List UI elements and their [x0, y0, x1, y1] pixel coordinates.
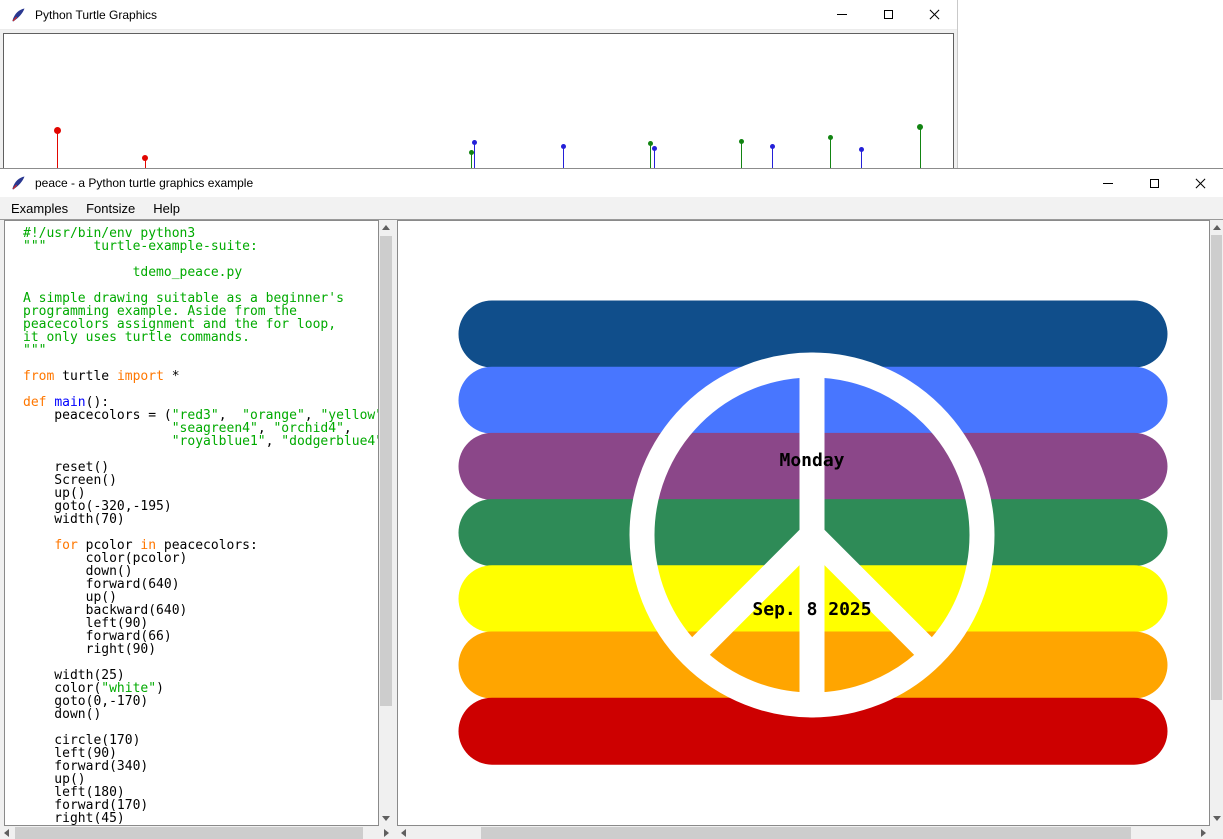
code-horizontal-scrollbar[interactable] — [0, 826, 393, 839]
canvas-horizontal-scrollbar[interactable] — [397, 826, 1210, 839]
tree-dot — [469, 150, 474, 155]
minimize-icon — [837, 14, 847, 15]
window-title: Python Turtle Graphics — [35, 8, 157, 22]
tree-stem — [830, 139, 831, 169]
tree-dot — [739, 139, 744, 144]
tree-dot — [648, 141, 653, 146]
code-vertical-scrollbar[interactable] — [379, 220, 393, 826]
scrollbar-thumb[interactable] — [481, 827, 1131, 839]
code-lines: #!/usr/bin/env python3""" turtle-example… — [23, 227, 378, 826]
peace-window: peace - a Python turtle graphics example… — [0, 169, 1223, 839]
tree-stem — [650, 145, 651, 169]
tree-dot — [770, 144, 775, 149]
code-line: from turtle import * — [23, 370, 378, 383]
tree-dot — [561, 144, 566, 149]
tree-stem — [57, 132, 58, 169]
scroll-down-icon[interactable] — [382, 816, 390, 821]
scroll-right-icon[interactable] — [1201, 829, 1206, 837]
titlebar[interactable]: peace - a Python turtle graphics example — [0, 169, 1223, 197]
desktop: Python Turtle Graphics peace - a Python … — [0, 0, 1223, 839]
menubar: Examples Fontsize Help — [0, 197, 1223, 219]
tree-stem — [772, 148, 773, 169]
tree-dot — [828, 135, 833, 140]
tree-stem — [145, 160, 146, 169]
maximize-icon — [884, 10, 893, 19]
tree-stem — [471, 154, 472, 169]
maximize-icon — [1150, 179, 1159, 188]
close-icon — [1195, 178, 1206, 189]
scroll-left-icon[interactable] — [401, 829, 406, 837]
window-content: #!/usr/bin/env python3""" turtle-example… — [0, 219, 1223, 839]
code-line: "royalblue1", "dodgerblue4") — [23, 435, 378, 448]
code-line: tdemo_peace.py — [23, 266, 378, 279]
code-line: it only uses turtle commands. — [23, 331, 378, 344]
turtle-graphics-window: Python Turtle Graphics — [0, 0, 958, 169]
drawing-canvas: Monday Sep. 8 2025 — [397, 220, 1210, 826]
minimize-button[interactable] — [1085, 169, 1131, 197]
code-line: down() — [23, 708, 378, 721]
code-line: """ turtle-example-suite: — [23, 240, 378, 253]
tree-dot — [652, 146, 657, 151]
titlebar[interactable]: Python Turtle Graphics — [0, 0, 957, 30]
scroll-up-icon[interactable] — [1213, 225, 1221, 230]
close-icon — [929, 9, 940, 20]
maximize-button[interactable] — [1131, 169, 1177, 197]
scroll-left-icon[interactable] — [4, 829, 9, 837]
code-line: width(70) — [23, 513, 378, 526]
tree-stem — [741, 143, 742, 169]
minimize-icon — [1103, 183, 1113, 184]
menu-examples[interactable]: Examples — [2, 197, 77, 219]
scroll-right-icon[interactable] — [384, 829, 389, 837]
window-controls — [1085, 169, 1223, 197]
tree-stem — [474, 144, 475, 169]
tree-stem — [654, 150, 655, 169]
tree-dot — [142, 155, 148, 161]
maximize-button[interactable] — [865, 0, 911, 29]
tree-stem — [861, 151, 862, 169]
tree-stem — [563, 148, 564, 169]
menu-help[interactable]: Help — [144, 197, 189, 219]
canvas-vertical-scrollbar[interactable] — [1210, 220, 1223, 826]
scrollbar-thumb[interactable] — [15, 827, 363, 839]
peace-drawing: Monday Sep. 8 2025 — [398, 221, 1209, 825]
menu-fontsize[interactable]: Fontsize — [77, 197, 144, 219]
close-button[interactable] — [911, 0, 957, 29]
window-body — [0, 30, 957, 169]
tree-dot — [472, 140, 477, 145]
scroll-down-icon[interactable] — [1213, 816, 1221, 821]
tree-dot — [859, 147, 864, 152]
tk-feather-icon — [10, 7, 26, 23]
window-title: peace - a Python turtle graphics example — [35, 176, 253, 190]
tree-dot — [917, 124, 923, 130]
code-editor[interactable]: #!/usr/bin/env python3""" turtle-example… — [4, 220, 379, 826]
canvas-text: Monday — [779, 450, 844, 471]
scrollbar-thumb[interactable] — [380, 236, 392, 706]
canvas-text: Sep. 8 2025 — [752, 599, 871, 620]
close-button[interactable] — [1177, 169, 1223, 197]
code-line: right(90) — [23, 643, 378, 656]
window-controls — [819, 0, 957, 29]
tree-dot — [54, 127, 61, 134]
scroll-up-icon[interactable] — [382, 225, 390, 230]
tk-feather-icon — [10, 175, 26, 191]
tree-stem — [920, 129, 921, 169]
minimize-button[interactable] — [819, 0, 865, 29]
turtle-canvas — [3, 33, 954, 169]
scrollbar-thumb[interactable] — [1211, 235, 1222, 700]
code-line: """ — [23, 344, 378, 357]
